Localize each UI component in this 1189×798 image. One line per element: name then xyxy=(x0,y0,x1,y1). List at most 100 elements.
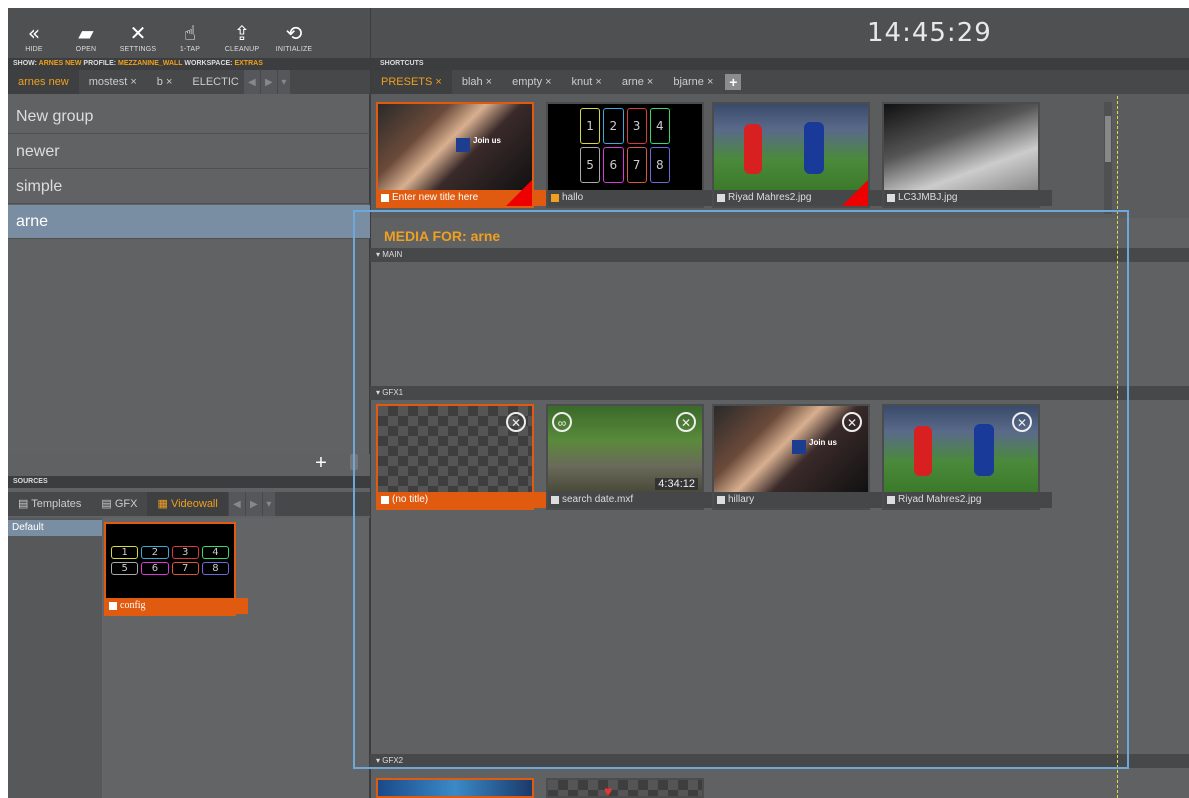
wall-cell: 2 xyxy=(603,108,624,144)
config-preview: 1 2 3 4 5 6 7 8 xyxy=(106,524,234,598)
preset-item[interactable]: Join us Enter new title here xyxy=(376,102,546,208)
show-tabs: arnes new mostest × b × ELECTIC ◀ ▶ ▾ xyxy=(8,70,370,94)
one-tap-button[interactable]: ☝ 1-TAP xyxy=(164,8,216,58)
wall-cell: 6 xyxy=(603,147,624,183)
toolbar: «HIDE ▰ OPEN ✕ SETTINGS ☝ 1-TAP ⇪ CLEANUP ⟲ I… xyxy=(8,8,370,58)
tab-election[interactable]: ELECTIC xyxy=(182,70,242,94)
preset-title: hallo xyxy=(562,192,584,203)
initialize-icon: ⟲ xyxy=(285,21,303,45)
profile-name: MEZZANINE_WALL xyxy=(118,60,183,67)
image-icon xyxy=(381,194,389,202)
tab-scroll-right-icon[interactable]: ▶ xyxy=(260,70,277,94)
campaign-logo-icon xyxy=(456,138,470,152)
tab-b[interactable]: b × xyxy=(147,70,183,94)
videowall-icon xyxy=(109,602,117,610)
folder-icon: ▰ xyxy=(78,21,94,45)
media-item[interactable] xyxy=(376,778,534,798)
group-item[interactable]: simple xyxy=(8,170,370,204)
config-item[interactable]: 1 2 3 4 5 6 7 8 config xyxy=(104,522,248,616)
wall-cell: 4 xyxy=(649,108,670,144)
settings-label: SETTINGS xyxy=(119,46,157,53)
tab-blah[interactable]: blah × xyxy=(452,70,502,94)
preset-caption: LC3JMBJ.jpg xyxy=(884,190,1052,206)
initialize-label: INITIALIZE xyxy=(275,46,313,53)
group-item[interactable]: newer xyxy=(8,135,370,169)
wall-cell: 2 xyxy=(141,546,169,559)
group-item[interactable]: New group xyxy=(8,100,370,134)
preset-title: Enter new title here xyxy=(392,192,479,203)
player-figure xyxy=(804,122,824,174)
wall-cell: 8 xyxy=(201,562,229,575)
preset-title: Riyad Mahres2.jpg xyxy=(728,192,812,203)
initialize-button[interactable]: ⟲ INITIALIZE xyxy=(268,8,320,58)
wall-cell: 1 xyxy=(580,108,601,144)
show-status-line: SHOW: ARNES NEW PROFILE: MEZZANINE_WALL … xyxy=(8,58,370,70)
clock-panel: 14:45:29 xyxy=(370,8,1189,58)
selection-frame xyxy=(353,210,1129,769)
config-label: config xyxy=(120,600,146,611)
gfx-icon: ▤ xyxy=(101,498,115,510)
group-item-selected[interactable]: arne xyxy=(8,205,370,239)
workspace-label: WORKSPACE: xyxy=(184,60,233,67)
live-corner-icon xyxy=(842,180,868,206)
wall-cell: 5 xyxy=(580,147,601,183)
tab-knut[interactable]: knut × xyxy=(562,70,612,94)
settings-button[interactable]: ✕ SETTINGS xyxy=(112,8,164,58)
preset-caption: hallo xyxy=(548,190,716,206)
presets-scrollbar-thumb[interactable] xyxy=(1105,116,1111,162)
tab-scroll-left-icon[interactable]: ◀ xyxy=(243,70,260,94)
add-tab-button[interactable]: + xyxy=(725,74,742,90)
source-folder-default[interactable]: Default xyxy=(8,520,102,536)
cleanup-label: CLEANUP xyxy=(224,46,260,53)
wall-cell: 3 xyxy=(171,546,199,559)
tab-arnes-new[interactable]: arnes new xyxy=(8,70,79,94)
tab-dropdown-icon[interactable]: ▾ xyxy=(277,70,290,94)
open-label: OPEN xyxy=(75,46,97,53)
show-name: ARNES NEW xyxy=(38,60,82,67)
wall-cell: 1 xyxy=(111,546,139,559)
tab-videowall-label: Videowall xyxy=(170,498,218,510)
show-label: SHOW: xyxy=(13,60,37,67)
wall-cell: 7 xyxy=(626,147,647,183)
tab-bjarne[interactable]: bjarne × xyxy=(663,70,723,94)
preset-item[interactable]: Riyad Mahres2.jpg xyxy=(712,102,882,208)
workspace-name: EXTRAS xyxy=(234,60,263,67)
template-icon: ▤ xyxy=(18,498,32,510)
heart-icon: ♥ xyxy=(604,783,613,798)
tab-presets[interactable]: PRESETS × xyxy=(371,70,452,94)
cleanup-button[interactable]: ⇪ CLEANUP xyxy=(216,8,268,58)
app-window: «HIDE ▰ OPEN ✕ SETTINGS ☝ 1-TAP ⇪ CLEANUP ⟲ I… xyxy=(8,8,1189,798)
wall-cell: 4 xyxy=(201,546,229,559)
wall-cell: 7 xyxy=(171,562,199,575)
tools-icon: ✕ xyxy=(129,21,147,45)
double-chevron-left-icon: « xyxy=(27,21,41,45)
preset-item[interactable]: LC3JMBJ.jpg xyxy=(882,102,1052,208)
tab-templates[interactable]: ▤ Templates xyxy=(8,492,91,516)
wall-cell: 5 xyxy=(111,562,139,575)
preset-preview xyxy=(714,104,868,190)
add-group-button[interactable]: + xyxy=(308,450,334,476)
source-scroll-left-icon[interactable]: ◀ xyxy=(228,492,245,516)
image-icon xyxy=(887,194,895,202)
tab-templates-label: Templates xyxy=(31,498,82,510)
tap-hand-icon: ☝ xyxy=(183,21,197,45)
wall-cell: 3 xyxy=(626,108,647,144)
tab-mostest[interactable]: mostest × xyxy=(79,70,147,94)
tab-videowall[interactable]: ▦ Videowall xyxy=(147,492,228,516)
tab-gfx[interactable]: ▤ GFX xyxy=(91,492,147,516)
sources-label: SOURCES xyxy=(8,476,370,488)
videowall-grid: 1 2 3 4 5 6 7 8 xyxy=(580,108,670,183)
media-item[interactable]: ♥ xyxy=(546,778,704,798)
source-scroll-right-icon[interactable]: ▶ xyxy=(245,492,262,516)
preset-item[interactable]: 1 2 3 4 5 6 7 8 hallo xyxy=(546,102,716,208)
source-dropdown-icon[interactable]: ▾ xyxy=(262,492,275,516)
profile-label: PROFILE: xyxy=(83,60,117,67)
tab-empty[interactable]: empty × xyxy=(502,70,561,94)
open-button[interactable]: ▰ OPEN xyxy=(60,8,112,58)
tab-arne[interactable]: arne × xyxy=(612,70,664,94)
hide-button[interactable]: «HIDE xyxy=(8,8,60,58)
preset-preview: Join us xyxy=(378,104,532,190)
videowall-grid: 1 2 3 4 5 6 7 8 xyxy=(111,546,229,575)
shortcuts-label: SHORTCUTS xyxy=(370,58,1189,70)
config-caption: config xyxy=(106,598,248,614)
